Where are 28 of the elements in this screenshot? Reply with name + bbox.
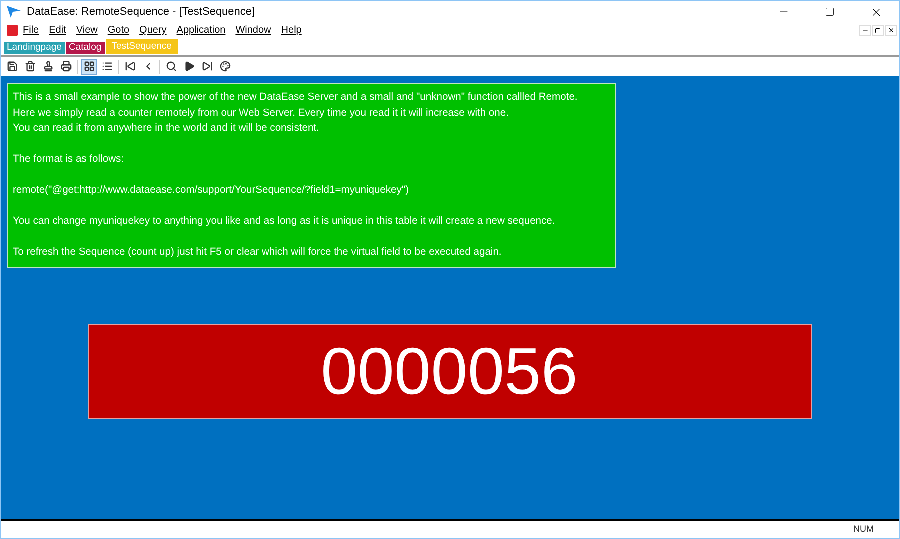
info-text: To refresh the Sequence (count up) just hit F5 or clear which will force the virtual field to be executed again.: [13, 246, 502, 260]
menu-item[interactable]: Application: [176, 23, 226, 38]
menu-item[interactable]: View: [76, 23, 98, 38]
info-text: You can read it from anywhere in the world and it will be consistent.: [13, 122, 320, 136]
close-icon: [888, 27, 894, 34]
info-text: remote("@get:http://www.dataease.com/support/YourSequence/?field1=myuniquekey"): [13, 184, 410, 198]
close-button[interactable]: [885, 25, 897, 36]
info-text: The format is as follows:: [13, 153, 124, 167]
restore-icon: [875, 28, 881, 34]
menu-item[interactable]: Window: [236, 23, 272, 38]
tab[interactable]: Catalog: [66, 42, 105, 54]
info-text: Here we simply read a counter remotely from our Web Server. Every time you read it it will increase with one.: [13, 106, 509, 120]
maximize-icon[interactable]: [825, 7, 835, 17]
restore-button[interactable]: [872, 25, 884, 36]
info-text: This is a small example to show the power of the new DataEase Server and a small and "unknown" function callled Remote.: [13, 91, 578, 105]
window-title: DataEase: RemoteSequence - [TestSequence]: [27, 4, 256, 20]
num-lock-indicator: NUM: [854, 522, 874, 536]
menu-item[interactable]: Edit: [49, 23, 66, 38]
info-text: You can change myuniquekey to anything you like and as long as it is unique in this table it will create a new sequence.: [13, 215, 556, 229]
menu-item[interactable]: Help: [281, 23, 302, 38]
minimize-button[interactable]: [859, 25, 871, 36]
counter-display: 0000056: [88, 324, 812, 419]
app-logo-icon: [7, 6, 21, 18]
minimize-icon: [862, 27, 868, 34]
menu-item[interactable]: File: [23, 23, 40, 38]
menu-item[interactable]: Goto: [108, 23, 130, 38]
grid-icon[interactable]: [81, 58, 97, 74]
menu-item[interactable]: Query: [140, 23, 167, 38]
